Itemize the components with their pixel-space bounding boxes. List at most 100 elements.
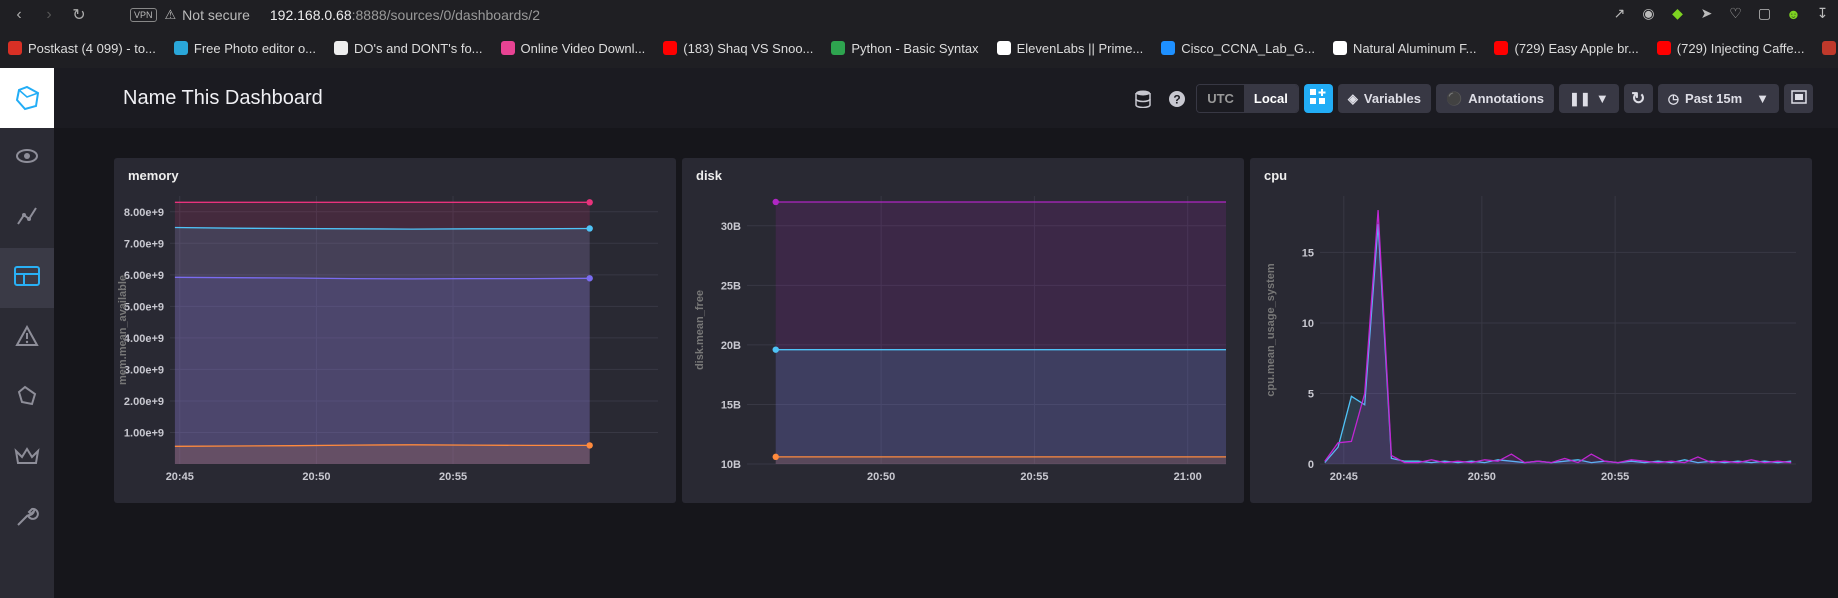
autorefresh-dropdown[interactable]: ❚❚ ▼ — [1559, 84, 1619, 113]
forward-icon[interactable]: › — [38, 4, 60, 26]
y-tick-label: 6.00e+9 — [124, 270, 164, 282]
bookmark-item[interactable]: Natural Aluminum F... — [1332, 41, 1476, 56]
sidebar-item-explore[interactable] — [0, 188, 54, 248]
bookmark-item[interactable]: (183) Shaq VS Snoo... — [663, 41, 813, 56]
vpn-badge[interactable]: VPN — [130, 8, 157, 22]
bookmark-favicon-icon — [1332, 41, 1347, 55]
database-icon[interactable] — [1128, 84, 1157, 113]
bookmark-label: DO's and DONT's fo... — [354, 40, 483, 56]
bookmark-favicon-icon — [996, 41, 1011, 55]
cell-memory[interactable]: memory 1.00e+9 2.00e+9 3.00e+9 4.00e+9 5.00e… — [114, 158, 676, 503]
back-icon[interactable]: ‹ — [8, 4, 30, 26]
bookmark-item[interactable]: ElevenLabs || Prime... — [996, 41, 1143, 56]
cube-icon[interactable]: ▢ — [1755, 4, 1774, 23]
bookmark-favicon-icon — [500, 41, 515, 55]
sidebar-item-dashboards[interactable] — [0, 248, 54, 308]
series-marker — [586, 275, 593, 282]
bookmark-item[interactable]: Free Photo editor o... — [173, 41, 316, 56]
chevron-down-icon: ▼ — [1595, 91, 1609, 106]
tz-local-button[interactable]: Local — [1243, 85, 1298, 112]
pause-icon: ❚❚ — [1569, 90, 1591, 106]
chart-memory: 1.00e+9 2.00e+9 3.00e+9 4.00e+9 5.00e+9 6.00e… — [117, 196, 658, 483]
x-tick-label: 20:55 — [439, 471, 467, 483]
bookmark-label: Postkast (4 099) - to... — [28, 40, 156, 56]
bookmark-label: (729) Injecting Caffe... — [1676, 40, 1805, 56]
chevron-down-icon: ▼ — [1756, 91, 1769, 106]
bookmark-label: Cisco_CCNA_Lab_G... — [1181, 40, 1315, 56]
series-marker — [772, 346, 779, 353]
header-controls: ? UTC Local ◈ Variables ⚫ Annotations ❚❚ ▼ … — [1128, 84, 1813, 113]
chart-disk: 10B 15B 20B 25B 30B 20:50 20:55 21:00 disk.mean_… — [694, 196, 1226, 483]
y-axis-title: cpu.mean_usage_system — [1265, 263, 1277, 397]
cell-disk[interactable]: disk 10B 15B 20B 25B 30B 20:50 20:55 21:00 disk.… — [682, 158, 1244, 503]
download-icon[interactable]: ↧ — [1813, 4, 1832, 23]
pin-icon: ⚫ — [1446, 90, 1463, 106]
bookmark-item[interactable]: Online Video Downl... — [500, 41, 645, 56]
time-range-dropdown[interactable]: ◷ Past 15m ▼ — [1657, 84, 1779, 113]
add-cell-button[interactable] — [1303, 84, 1333, 113]
main-content: Name This Dashboard ? UTC Local ◈ Variabl… — [54, 68, 1838, 598]
x-tick-label: 20:50 — [1468, 471, 1496, 483]
send-icon[interactable]: ➤ — [1697, 4, 1716, 23]
sidebar-item-configuration[interactable] — [0, 488, 54, 548]
variables-button[interactable]: ◈ Variables — [1337, 84, 1431, 113]
y-tick-label: 2.00e+9 — [124, 396, 164, 408]
bookmark-item[interactable]: DO's and DONT's fo... — [334, 41, 483, 56]
x-tick-label: 20:45 — [166, 471, 194, 483]
camera-icon[interactable]: ◉ — [1639, 4, 1658, 23]
wrench-icon — [15, 504, 39, 533]
add-cell-icon — [1309, 88, 1327, 109]
bookmark-label: (729) Easy Apple br... — [1514, 40, 1639, 56]
series-area — [775, 349, 1226, 464]
shield-icon[interactable]: ◆ — [1668, 4, 1687, 23]
sidebar-item-log-viewer[interactable] — [0, 368, 54, 428]
cell-cpu[interactable]: cpu 0 5 10 15 20:45 20:50 20:55 cpu.mean_usage_… — [1250, 158, 1812, 503]
heart-icon[interactable]: ♡ — [1726, 4, 1745, 23]
bookmark-item[interactable]: Cisco_CCNA_Lab_G... — [1161, 41, 1315, 56]
bookmark-item[interactable]: Homebrew Walkthr... — [1822, 41, 1838, 56]
bookmark-item[interactable]: Python - Basic Syntax — [831, 41, 979, 56]
help-icon[interactable]: ? — [1162, 84, 1191, 113]
bookmark-favicon-icon — [173, 41, 188, 55]
chronograf-logo[interactable] — [0, 68, 54, 128]
y-tick-label: 20B — [721, 340, 741, 352]
bookmark-item[interactable]: (729) Injecting Caffe... — [1656, 40, 1805, 56]
y-tick-label: 25B — [721, 280, 741, 292]
dashboard-title[interactable]: Name This Dashboard — [123, 87, 323, 110]
cube-icon: ◈ — [1347, 90, 1358, 106]
series-area — [174, 444, 590, 464]
sidebar — [0, 68, 54, 598]
y-tick-label: 15B — [721, 399, 741, 411]
reload-icon[interactable]: ↻ — [68, 4, 90, 26]
sidebar-item-admin[interactable] — [0, 428, 54, 488]
y-tick-label: 4.00e+9 — [124, 333, 164, 345]
series-area — [1324, 224, 1792, 464]
sidebar-item-alerting[interactable] — [0, 308, 54, 368]
bookmark-item[interactable]: Postkast (4 099) - to... — [8, 41, 156, 56]
y-axis-title: mem.mean_available — [117, 275, 129, 385]
profile-icon[interactable]: ☻ — [1784, 4, 1803, 23]
y-tick-label: 8.00e+9 — [124, 207, 164, 219]
x-tick-label: 20:50 — [867, 471, 895, 483]
bookmarks-bar: Postkast (4 099) - to... Free Photo edito… — [0, 34, 1838, 62]
refresh-button[interactable]: ↻ — [1623, 84, 1653, 113]
y-tick-label: 5 — [1308, 388, 1314, 400]
url-text[interactable]: 192.168.0.68:8888/sources/0/dashboards/2 — [270, 7, 540, 23]
series-marker — [772, 453, 779, 461]
bookmark-favicon-icon — [1656, 41, 1671, 55]
browser-chrome: ‹ › ↻ VPN ⚠ Not secure 192.168.0.68:8888… — [0, 0, 1838, 68]
bookmark-favicon-icon — [1161, 41, 1176, 55]
bookmark-item[interactable]: (729) Easy Apple br... — [1494, 40, 1639, 56]
share-icon[interactable]: ↗ — [1610, 4, 1629, 23]
bookmark-favicon-icon — [334, 41, 349, 55]
presentation-mode-button[interactable] — [1784, 84, 1813, 113]
graph-icon — [15, 204, 39, 233]
tz-utc-button[interactable]: UTC — [1197, 85, 1244, 112]
series-area — [1324, 210, 1792, 464]
series-area — [775, 456, 1226, 464]
y-tick-label: 3.00e+9 — [124, 364, 164, 376]
security-label[interactable]: Not secure — [182, 7, 250, 23]
sidebar-item-status[interactable] — [0, 128, 54, 188]
y-tick-label: 5.00e+9 — [124, 301, 164, 313]
annotations-button[interactable]: ⚫ Annotations — [1436, 84, 1555, 113]
